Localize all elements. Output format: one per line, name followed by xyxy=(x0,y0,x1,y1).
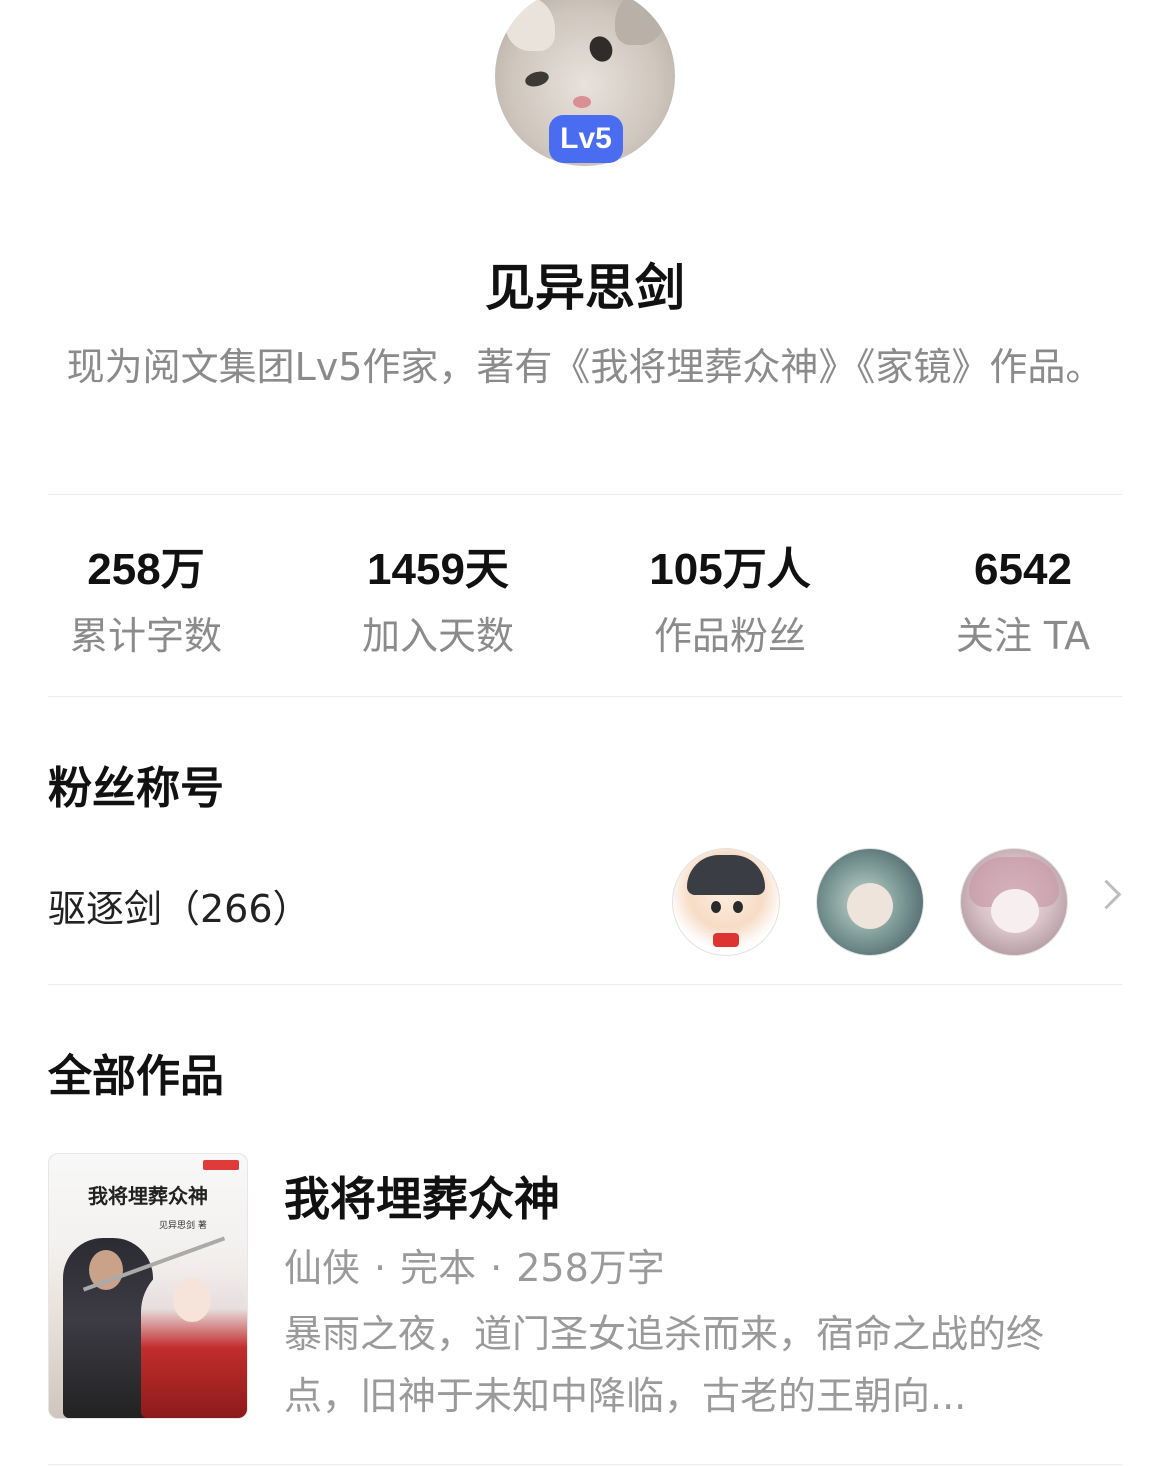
stat-value: 1459天 xyxy=(367,545,509,594)
book-status: 完本 xyxy=(400,1246,477,1290)
stat-join-days: 1459天 加入天数 xyxy=(318,540,558,672)
fan-avatar-face xyxy=(847,883,893,929)
fan-avatar[interactable] xyxy=(816,848,924,956)
stat-label: 关注 TA xyxy=(955,614,1091,658)
stat-follow[interactable]: 6542 关注 TA xyxy=(903,540,1143,672)
fan-title-label: 驱逐剑（266） xyxy=(48,887,311,931)
divider xyxy=(48,494,1122,495)
stat-value: 6542 xyxy=(974,545,1072,594)
book-cover[interactable]: 我将埋葬众神 见异思剑 著 xyxy=(48,1153,248,1419)
fan-avatar[interactable] xyxy=(672,848,780,956)
stat-total-words: 258万 累计字数 xyxy=(26,540,266,672)
fan-avatar-face xyxy=(991,889,1039,933)
publisher-logo-icon xyxy=(203,1160,239,1170)
book-title[interactable]: 我将埋葬众神 xyxy=(284,1163,560,1229)
fan-avatar-bow xyxy=(713,933,739,947)
chevron-right-icon[interactable] xyxy=(1091,879,1122,910)
divider xyxy=(48,1464,1122,1465)
book-description: 暴雨之夜，道门圣女追杀而来，宿命之战的终点，旧神于未知中降临，古老的王朝向... xyxy=(284,1312,1045,1418)
fan-title-row[interactable]: 驱逐剑（266） xyxy=(0,848,1170,958)
fan-avatar-eye xyxy=(711,901,721,913)
stat-value: 258万 xyxy=(87,545,205,594)
book-meta: 仙侠 · 完本 · 258万字 xyxy=(284,1237,665,1292)
avatar-ear xyxy=(615,0,665,45)
meta-separator: · xyxy=(490,1246,503,1290)
stat-label: 作品粉丝 xyxy=(653,614,806,658)
avatar-eye xyxy=(585,32,617,66)
all-works-heading: 全部作品 xyxy=(48,1051,224,1102)
stat-fans: 105万人 作品粉丝 xyxy=(610,540,850,672)
author-profile-page: Lv5 见异思剑 现为阅文集团Lv5作家，著有《我将埋葬众神》《家镜》作品。 2… xyxy=(0,0,1170,1466)
divider xyxy=(48,984,1122,985)
cover-figure-face xyxy=(173,1278,211,1322)
fan-avatar[interactable] xyxy=(960,848,1068,956)
fan-avatar-eye xyxy=(733,901,743,913)
divider xyxy=(48,696,1122,697)
book-genre: 仙侠 xyxy=(284,1246,361,1290)
stat-label: 累计字数 xyxy=(69,614,222,658)
book-word-count: 258万字 xyxy=(516,1246,665,1290)
meta-separator: · xyxy=(374,1246,387,1290)
avatar-eye xyxy=(523,69,551,89)
cover-title: 我将埋葬众神 xyxy=(88,1184,208,1208)
avatar-nose xyxy=(573,96,591,108)
stat-value: 105万人 xyxy=(649,545,811,594)
book-card[interactable]: 我将埋葬众神 见异思剑 著 我将埋葬众神 仙侠 · 完本 · 258万字 暴雨之夜，道门… xyxy=(48,1153,1122,1423)
cover-author: 见异思剑 著 xyxy=(159,1221,207,1231)
author-bio: 现为阅文集团Lv5作家，著有《我将埋葬众神》《家镜》作品。 xyxy=(66,345,1104,389)
stats-row: 258万 累计字数 1459天 加入天数 105万人 作品粉丝 6542 关注 … xyxy=(0,540,1170,670)
level-badge: Lv5 xyxy=(549,115,623,163)
fan-title-heading: 粉丝称号 xyxy=(48,763,224,814)
author-name: 见异思剑 xyxy=(485,259,685,317)
stat-label: 加入天数 xyxy=(361,614,514,658)
avatar-ear xyxy=(505,0,555,51)
fan-avatar-hair xyxy=(687,855,765,895)
